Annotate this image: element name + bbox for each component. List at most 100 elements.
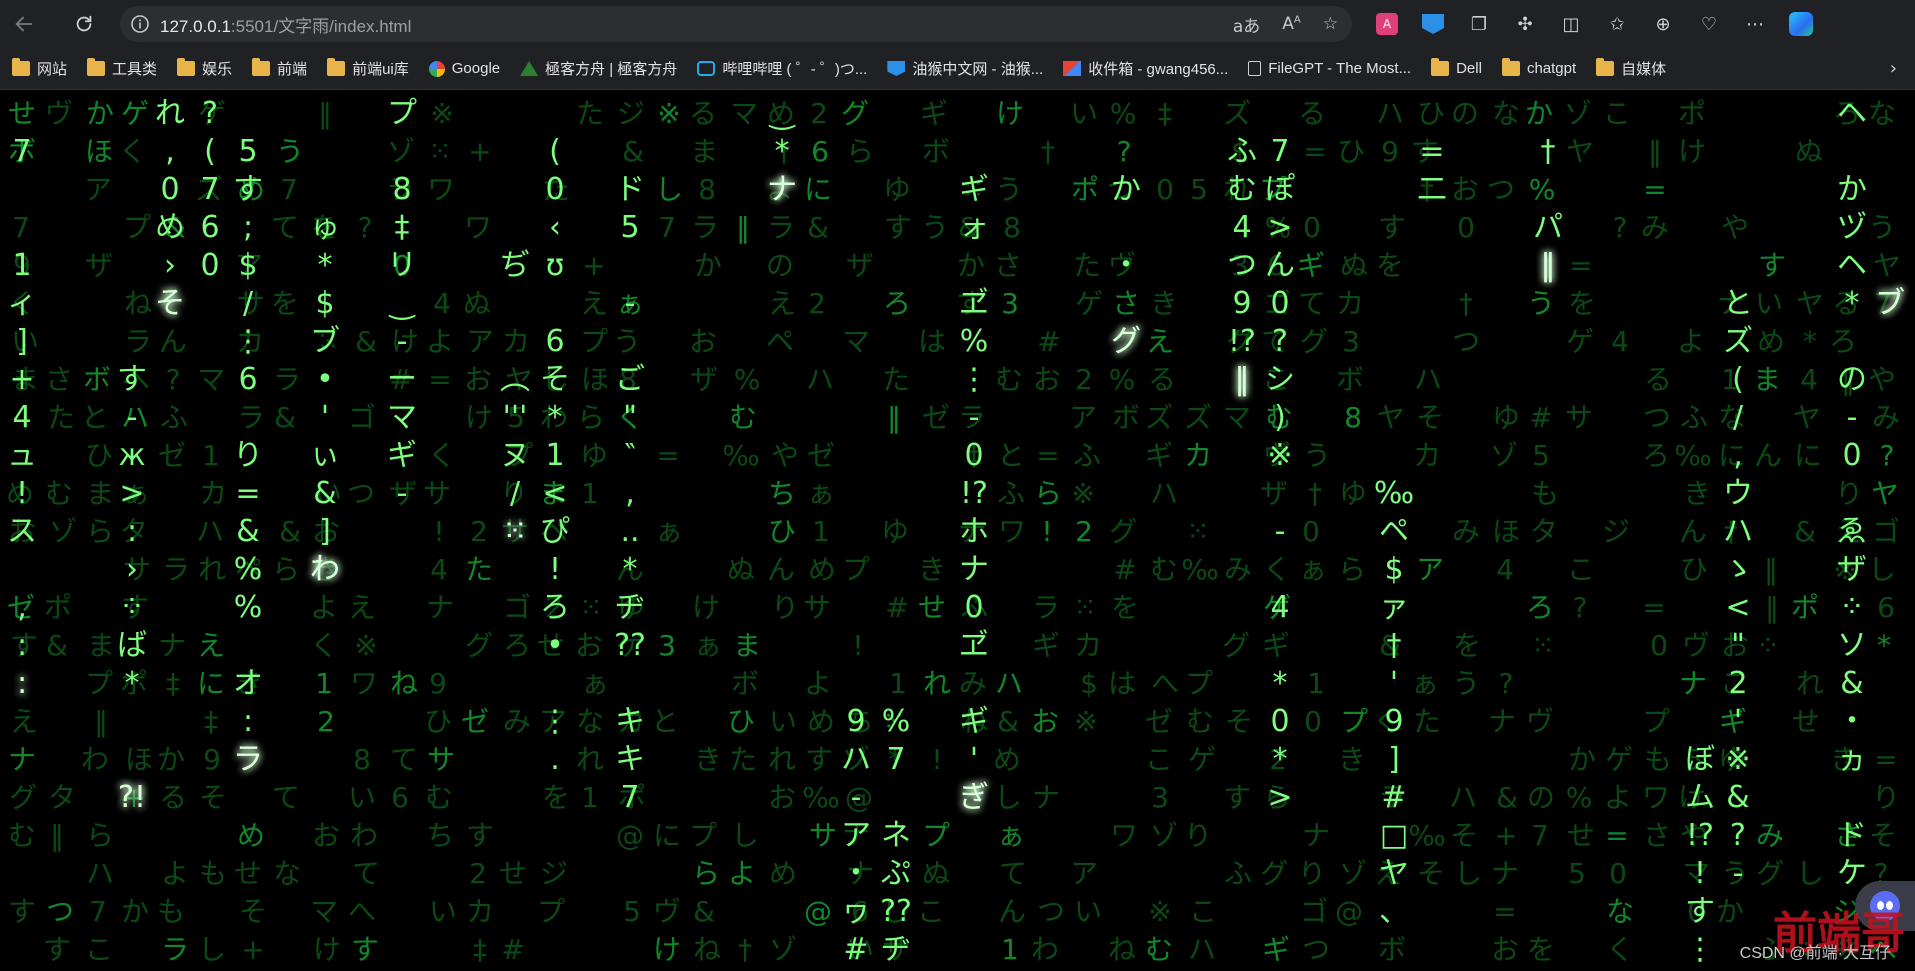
rain-char: $ xyxy=(1384,552,1403,587)
dim-rain-char: く xyxy=(310,629,338,662)
dim-rain-char: プ xyxy=(842,553,870,586)
rain-char: ナ xyxy=(959,552,989,587)
dim-rain-char: く xyxy=(428,439,456,472)
chevron-right-icon[interactable]: › xyxy=(1890,58,1897,79)
bookmark-gmail[interactable]: 收件箱 - gwang456... xyxy=(1051,53,1236,85)
rain-char: ''' xyxy=(503,400,528,435)
dim-rain-char: り xyxy=(771,591,799,624)
rain-char: 0 xyxy=(160,172,179,207)
dim-rain-char: り xyxy=(1872,781,1900,814)
dim-rain-char: す xyxy=(43,933,71,966)
dim-rain-char: ん xyxy=(1679,515,1707,548)
dim-rain-char: † xyxy=(1308,477,1322,510)
rain-glow-head: ブ xyxy=(1875,286,1905,321)
dim-rain-char: ろ xyxy=(1642,439,1670,472)
rain-char: 0 xyxy=(200,248,219,283)
back-icon[interactable] xyxy=(4,4,44,44)
rain-char: - xyxy=(127,400,138,435)
dim-rain-char: お xyxy=(768,781,796,814)
rain-char: / xyxy=(243,286,254,321)
bookmark-filegpt[interactable]: FileGPT - The Most... xyxy=(1236,53,1419,85)
bookmark-label: 油猴中文网 - 油猴... xyxy=(912,61,1044,78)
dim-rain-char: て xyxy=(271,211,299,244)
info-icon[interactable] xyxy=(120,14,160,34)
favorites-list-icon[interactable]: ✩ xyxy=(1600,7,1634,41)
bookmark-folder-chatgpt[interactable]: chatgpt xyxy=(1490,53,1584,85)
dim-rain-char: ※ xyxy=(1148,895,1171,928)
dim-rain-char: ろ xyxy=(1526,591,1554,624)
dim-rain-char: & xyxy=(1794,515,1816,548)
refresh-icon[interactable] xyxy=(64,4,104,44)
rain-char: そ xyxy=(540,362,570,397)
dim-rain-char: 6 xyxy=(1877,591,1895,624)
dim-rain-char: ‡ xyxy=(1158,97,1172,130)
tab-collections-icon[interactable]: ❐ xyxy=(1462,7,1496,41)
dim-rain-char: プ xyxy=(1340,705,1368,738)
bookmark-geek[interactable]: 極客方舟 | 極客方舟 xyxy=(508,53,685,85)
rain-char: ん xyxy=(1265,248,1295,283)
rain-char: + xyxy=(9,362,34,397)
dim-rain-char: ほ xyxy=(85,135,113,168)
split-screen-icon[interactable]: ◫ xyxy=(1554,7,1588,41)
rain-char: ズ xyxy=(1723,324,1753,359)
rain-char: = xyxy=(1419,134,1444,169)
dim-rain-char: 7 xyxy=(12,211,30,244)
dim-rain-char: み xyxy=(959,667,987,700)
dim-rain-char: の xyxy=(1527,781,1555,814)
dim-rain-char: ゼ xyxy=(461,705,489,738)
dim-rain-char: ヴ xyxy=(1682,629,1710,662)
bookmark-bilibili[interactable]: 哔哩哔哩 ( ゜- ゜)つ... xyxy=(685,53,875,85)
dim-rain-char: せ xyxy=(8,97,36,130)
dim-rain-char: こ xyxy=(1145,743,1173,776)
dim-rain-char: 5 xyxy=(1532,439,1550,472)
read-aloud-icon[interactable]: aあ xyxy=(1233,12,1260,37)
bookmark-folder-网站[interactable]: 网站 xyxy=(0,53,75,85)
dim-rain-char: 7 xyxy=(658,211,676,244)
dim-rain-char: ま xyxy=(1753,363,1781,396)
dim-rain-char: 3 xyxy=(1342,325,1360,358)
dim-rain-char: ジ xyxy=(1602,515,1630,548)
rain-char: ⁘ xyxy=(119,590,144,625)
more-icon[interactable]: ⋯ xyxy=(1738,7,1772,41)
dim-rain-char: ぬ xyxy=(463,287,491,320)
dim-rain-char: ち xyxy=(426,819,454,852)
dim-rain-char: と xyxy=(651,705,679,738)
dim-rain-char: ラ xyxy=(124,325,152,358)
dim-rain-char: サ xyxy=(809,819,837,852)
bookmark-tampermonkey[interactable]: 油猴中文网 - 油猴... xyxy=(875,53,1051,85)
favorite-icon[interactable]: ☆ xyxy=(1323,14,1338,34)
dim-rain-char: ひ xyxy=(1337,135,1365,168)
copilot-icon[interactable] xyxy=(1784,7,1818,41)
address-bar[interactable]: 127.0.0.1:5501/文字雨/index.html aあ AA ☆ xyxy=(120,6,1352,42)
dim-rain-char: ボ xyxy=(83,363,111,396)
rain-char: ヹ xyxy=(959,286,989,321)
dim-rain-char: し xyxy=(1868,553,1896,586)
dim-rain-char: や xyxy=(1721,211,1749,244)
text-size-icon[interactable]: AA xyxy=(1282,14,1300,34)
dim-rain-char: け xyxy=(313,933,341,966)
bookmark-folder-前端ui库[interactable]: 前端ui库 xyxy=(315,53,417,85)
dim-rain-char: ‡ xyxy=(204,705,218,738)
translate-icon[interactable]: A xyxy=(1370,7,1404,41)
rain-char: * xyxy=(623,552,638,587)
puzzle-icon[interactable]: ✣ xyxy=(1508,7,1542,41)
rain-char: . xyxy=(550,742,560,777)
rain-char: > xyxy=(119,476,144,511)
dim-rain-char: ん xyxy=(1754,439,1782,472)
dim-rain-char: し xyxy=(1796,857,1824,890)
bookmark-google[interactable]: Google xyxy=(417,53,508,85)
bookmark-folder-娱乐[interactable]: 娱乐 xyxy=(165,53,240,85)
dim-rain-char: ズ xyxy=(1145,401,1173,434)
health-icon[interactable]: ♡ xyxy=(1692,7,1726,41)
dim-rain-char: † xyxy=(738,933,752,966)
dim-rain-char: た xyxy=(729,743,757,776)
extension-icon[interactable] xyxy=(1416,7,1450,41)
dim-rain-char: @ xyxy=(616,819,644,852)
rain-char: !? xyxy=(1228,324,1256,359)
bookmark-folder-前端[interactable]: 前端 xyxy=(240,53,315,85)
bookmark-folder-自媒体[interactable]: 自媒体 xyxy=(1584,53,1674,85)
add-tab-icon[interactable]: ⊕ xyxy=(1646,7,1680,41)
dim-rain-char: お xyxy=(689,325,717,358)
bookmark-folder-工具类[interactable]: 工具类 xyxy=(75,53,165,85)
bookmark-folder-dell[interactable]: Dell xyxy=(1419,53,1490,85)
